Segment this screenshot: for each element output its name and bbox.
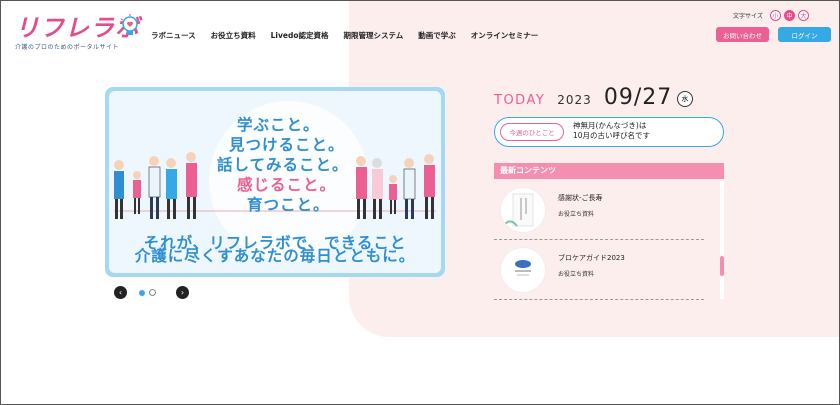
guide-thumbnail-icon — [501, 248, 545, 292]
today-weekday: 水 — [677, 91, 693, 107]
slide-dot-2[interactable] — [149, 289, 156, 296]
hero-copy: 学ぶこと。 見つけること。 話してみること。 感じること。 育つこと。 それが、… — [109, 91, 441, 273]
nav-item-certification[interactable]: Livedo認定資格 — [271, 30, 329, 41]
hero-line-1: 学ぶこと。 — [237, 116, 320, 134]
word-of-week-text: 神無月(かんなづき)は 10月の古い呼び名です — [573, 121, 650, 141]
item-title: ブロケアガイド2023 — [558, 254, 625, 262]
hero-line-4: 感じること。 — [237, 176, 337, 194]
lightbulb-icon — [120, 14, 140, 35]
word-line-1: 神無月(かんなづき)は — [573, 121, 647, 130]
hero-line-5: 育つこと。 — [247, 196, 330, 214]
login-button[interactable]: ログイン — [778, 27, 831, 42]
hero-banner[interactable]: 学ぶこと。 見つけること。 話してみること。 感じること。 育つこと。 それが、… — [105, 87, 445, 277]
nav-item-news[interactable]: ラボニュース — [151, 30, 196, 41]
font-size-small-button[interactable]: 小 — [769, 10, 781, 21]
hero-line-2: 見つけること。 — [229, 136, 345, 154]
main-nav: ラボニュース お役立ち資料 Livedo認定資格 期限管理システム 動画で学ぶ … — [151, 30, 553, 41]
site-logo[interactable]: リフレラボ 介護のプロのためのポータルサイト — [15, 14, 140, 51]
page-frame: リフレラボ 介護のプロのためのポータルサイト ラボニュース お役立ち資料 Liv… — [0, 0, 840, 405]
thumbnail — [500, 247, 546, 293]
today-date: 09/27 — [603, 85, 673, 110]
list-item[interactable]: ブロケアガイド2023 お役立ち資料 — [494, 241, 704, 300]
nav-item-expiry-system[interactable]: 期限管理システム — [343, 30, 403, 41]
hero-line-3: 話してみること。 — [217, 156, 349, 174]
contact-button[interactable]: お問い合わせ — [716, 27, 769, 42]
list-scrollbar-thumb[interactable] — [720, 256, 724, 276]
word-of-week-tag: 今週のひとこと — [500, 123, 564, 141]
logo-subtitle: 介護のプロのためのポータルサイト — [15, 44, 120, 51]
prev-arrow-icon[interactable]: ‹ — [114, 286, 127, 299]
list-item[interactable]: 感謝状-ご長寿 お役立ち資料 — [494, 181, 704, 240]
font-size-large-button[interactable]: 大 — [797, 10, 809, 21]
nav-item-seminar[interactable]: オンラインセミナー — [471, 30, 539, 41]
font-size-switcher: 文字サイズ 小 中 大 — [733, 10, 809, 21]
list-scrollbar-track[interactable] — [720, 181, 724, 299]
word-line-2: 10月の古い呼び名です — [573, 131, 651, 140]
item-category: お役立ち資料 — [558, 271, 595, 278]
today-block: TODAY 2023 09/27 — [494, 85, 672, 110]
slide-dot-1[interactable] — [139, 289, 145, 296]
nav-item-materials[interactable]: お役立ち資料 — [211, 30, 256, 41]
font-size-medium-button[interactable]: 中 — [783, 10, 795, 21]
word-of-week-box: 今週のひとこと 神無月(かんなづき)は 10月の古い呼び名です — [494, 117, 724, 147]
item-category: お役立ち資料 — [558, 211, 595, 218]
font-size-label: 文字サイズ — [733, 13, 763, 20]
latest-contents-list: 感謝状-ご長寿 お役立ち資料 ブロケアガイド2023 お役立ち資料 — [494, 181, 724, 301]
latest-contents-heading: 最新コンテンツ — [494, 163, 724, 179]
carousel-controls: ‹ › — [114, 286, 189, 299]
hero-subtitle-2: 介護に尽くすあなたの毎日とともに。 — [134, 247, 416, 265]
document-thumbnail-icon — [501, 188, 545, 232]
next-arrow-icon[interactable]: › — [176, 286, 189, 299]
today-label: TODAY — [494, 93, 546, 108]
today-year: 2023 — [557, 93, 592, 107]
item-title: 感謝状-ご長寿 — [558, 194, 603, 202]
nav-item-videos[interactable]: 動画で学ぶ — [418, 30, 456, 41]
thumbnail — [500, 187, 546, 233]
hero-inner: 学ぶこと。 見つけること。 話してみること。 感じること。 育つこと。 それが、… — [109, 91, 441, 273]
